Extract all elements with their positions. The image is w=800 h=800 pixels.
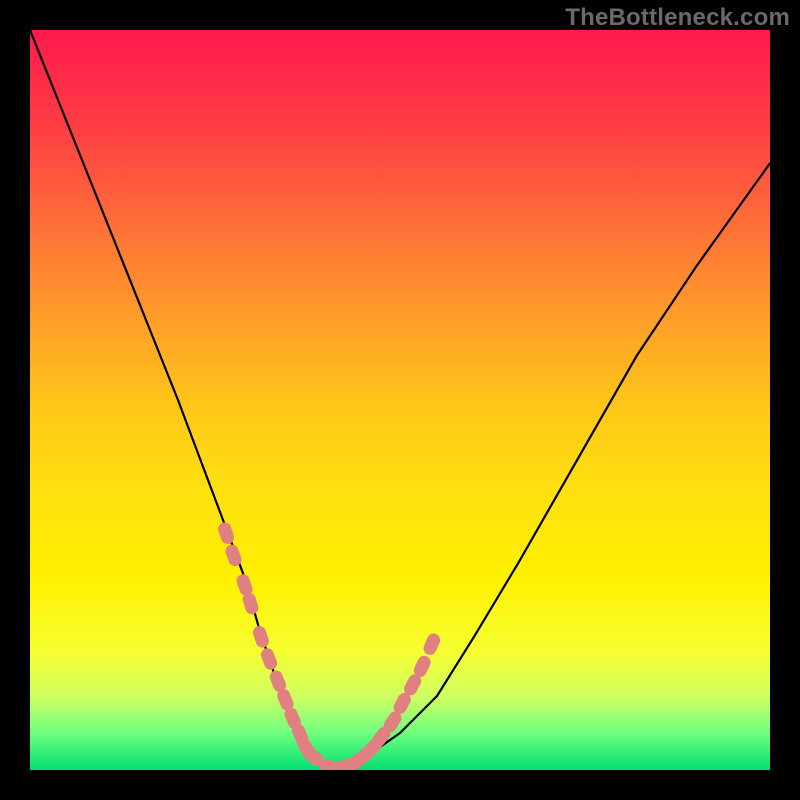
marker-dot [251, 624, 270, 649]
marker-dot [421, 632, 442, 657]
highlight-markers [216, 521, 442, 770]
curve-layer [30, 30, 770, 770]
marker-dot [216, 521, 235, 546]
marker-dot [259, 646, 279, 671]
bottleneck-curve [30, 30, 770, 770]
chart-frame: TheBottleneck.com [0, 0, 800, 800]
watermark-text: TheBottleneck.com [565, 4, 790, 32]
plot-area [30, 30, 770, 770]
